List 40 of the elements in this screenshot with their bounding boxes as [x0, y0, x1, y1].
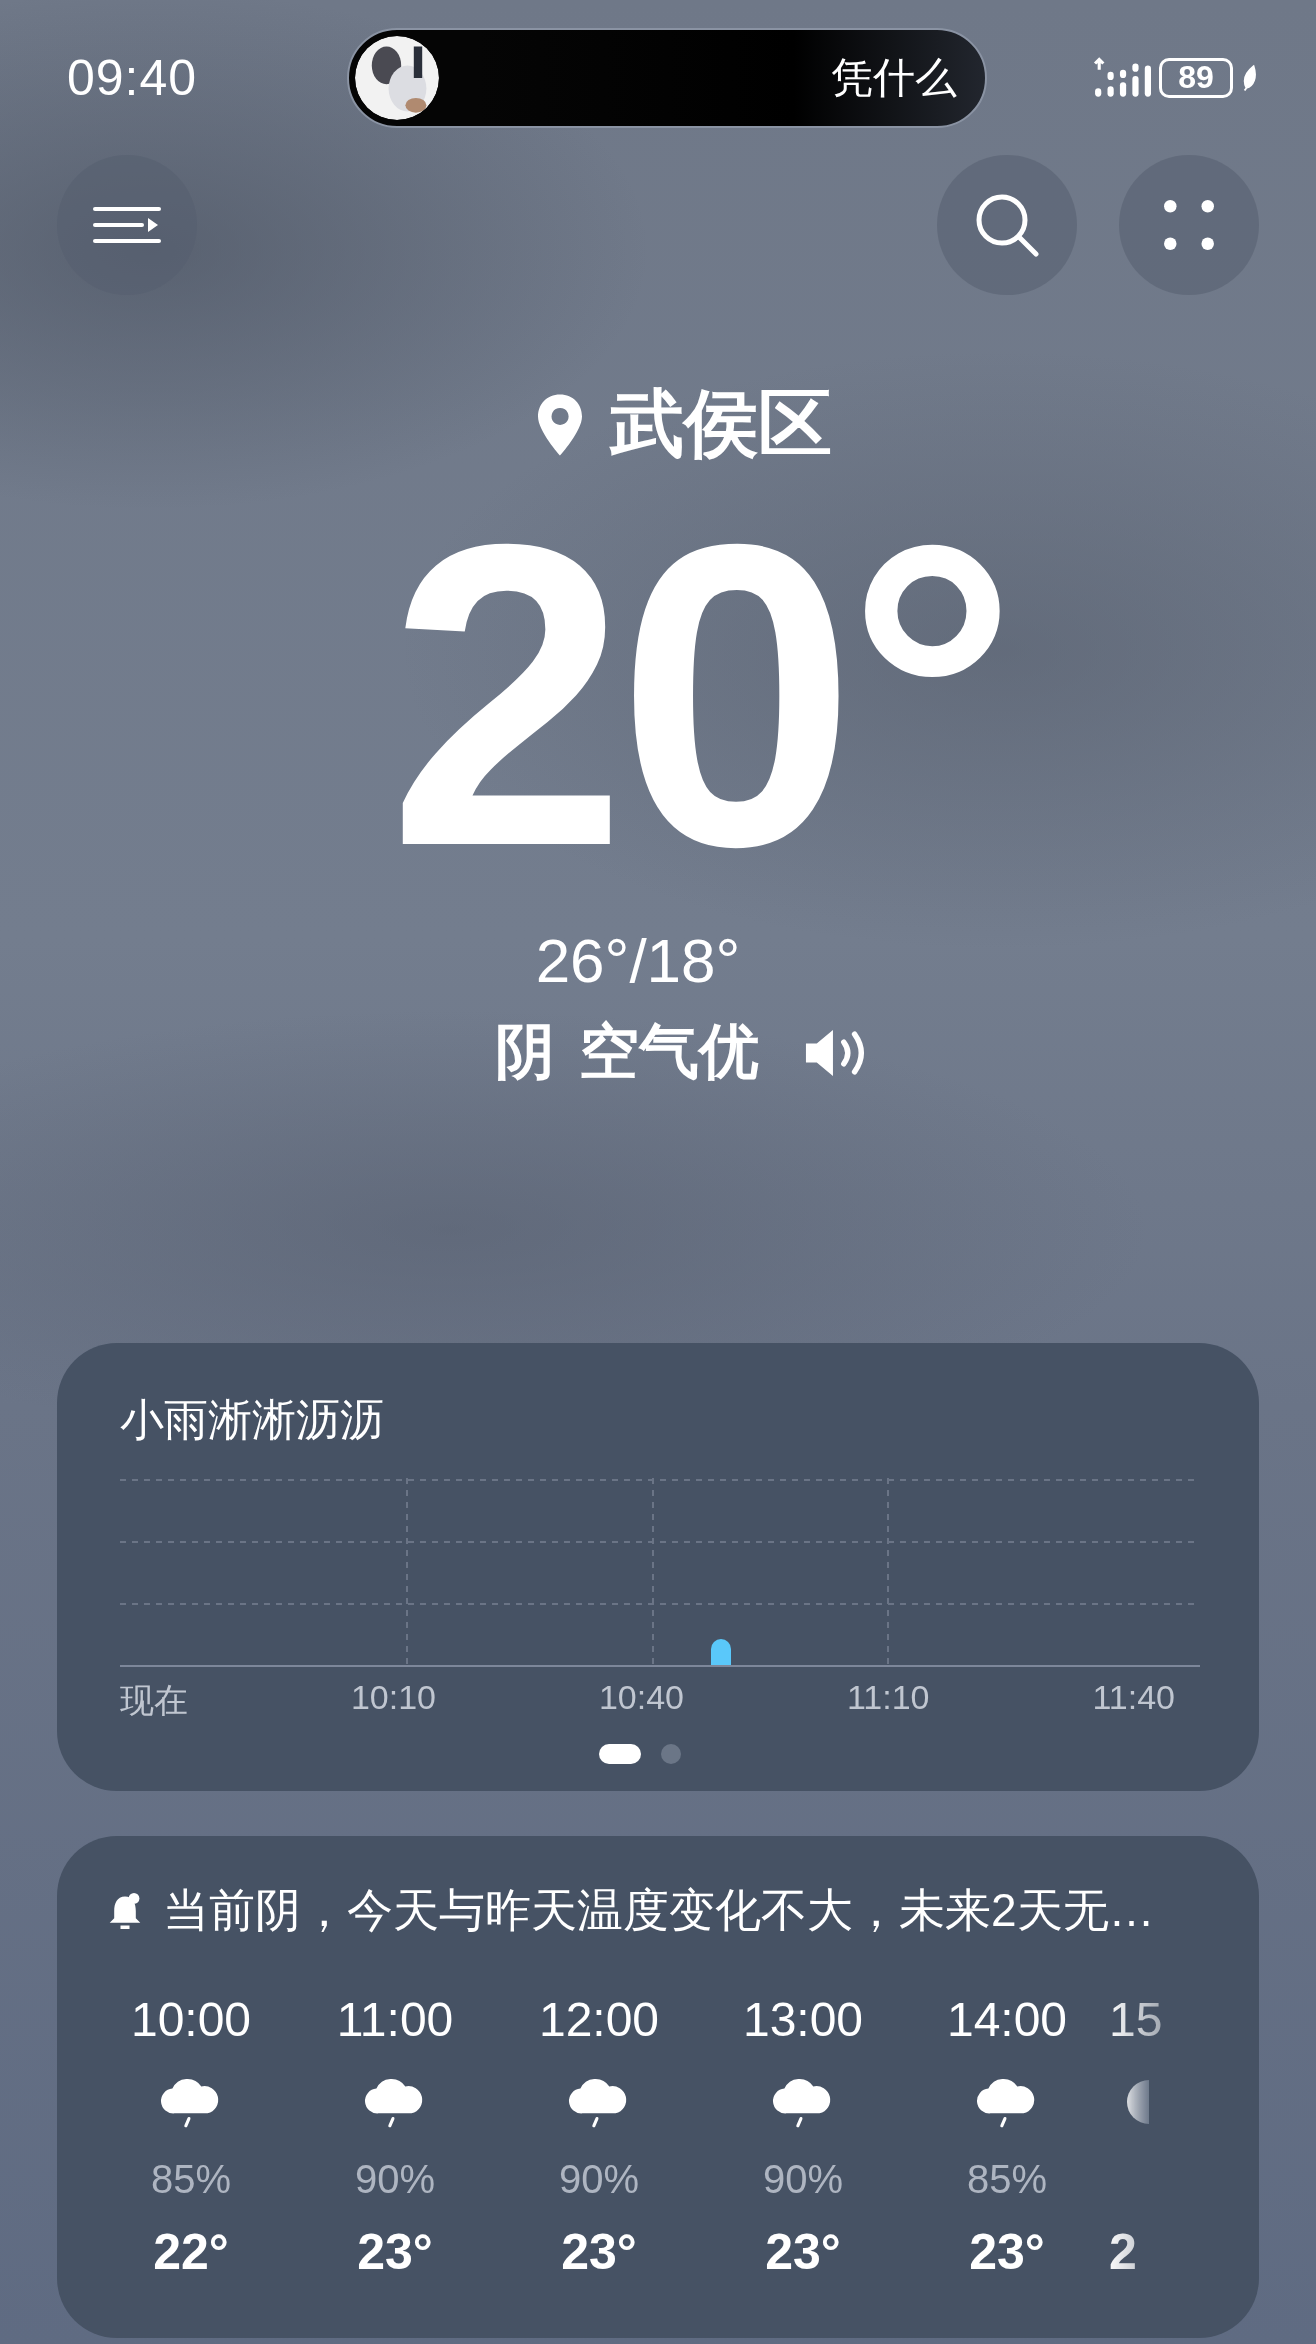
hour-temperature: 23°: [357, 2223, 433, 2281]
humidity-value: 90%: [762, 2157, 844, 2203]
menu-icon: [92, 205, 162, 245]
bell-icon: [107, 1891, 143, 1931]
current-temperature: 20°: [387, 475, 1009, 915]
humidity-value: 85%: [150, 2157, 232, 2203]
hour-temperature: 23°: [969, 2223, 1045, 2281]
page-indicator[interactable]: [598, 1744, 641, 1764]
axis-label: 10:10: [350, 1678, 436, 1718]
hour-time: 15: [1109, 1992, 1163, 2047]
humidity-value: 90%: [354, 2157, 436, 2203]
location-name: 武侯区: [610, 381, 832, 467]
hour-temperature: 22°: [153, 2223, 229, 2281]
axis-label: 现在: [120, 1680, 188, 1721]
hour-time: 14:00: [946, 1992, 1068, 2047]
humidity-value: 85%: [966, 2157, 1048, 2203]
rain-bar: [711, 1639, 731, 1665]
high-low-temperature: 26°/18°: [535, 925, 741, 996]
hour-temperature: 2: [1109, 2223, 1137, 2281]
air-quality: 空气优: [579, 1017, 759, 1087]
axis-label: 10:40: [598, 1678, 685, 1718]
battery-level: 89: [1178, 59, 1214, 96]
status-time: 09:40: [67, 48, 199, 107]
weather-condition: 阴: [495, 1017, 555, 1087]
song-title: 凭什么: [831, 52, 957, 103]
dots-icon: [1163, 199, 1215, 251]
leaf-icon: [1241, 63, 1259, 92]
hour-time: 11:00: [336, 1992, 454, 2047]
humidity-value: 90%: [558, 2157, 640, 2203]
forecast-summary: 当前阴，今天与昨天温度变化不大，未来2天无…: [163, 1883, 1155, 1938]
hour-temperature: 23°: [561, 2223, 637, 2281]
hour-time: 12:00: [538, 1992, 660, 2047]
signal-icon: [1093, 55, 1151, 100]
now-playing-pill[interactable]: 凭什么: [347, 27, 987, 128]
axis-label: 11:10: [846, 1678, 930, 1718]
axis-label: 11:40: [1092, 1678, 1175, 1718]
hour-time: 10:00: [130, 1992, 252, 2047]
hour-time: 13:00: [742, 1992, 864, 2047]
precipitation-title: 小雨淅淅沥沥: [120, 1394, 385, 1446]
hour-temperature: 23°: [765, 2223, 841, 2281]
